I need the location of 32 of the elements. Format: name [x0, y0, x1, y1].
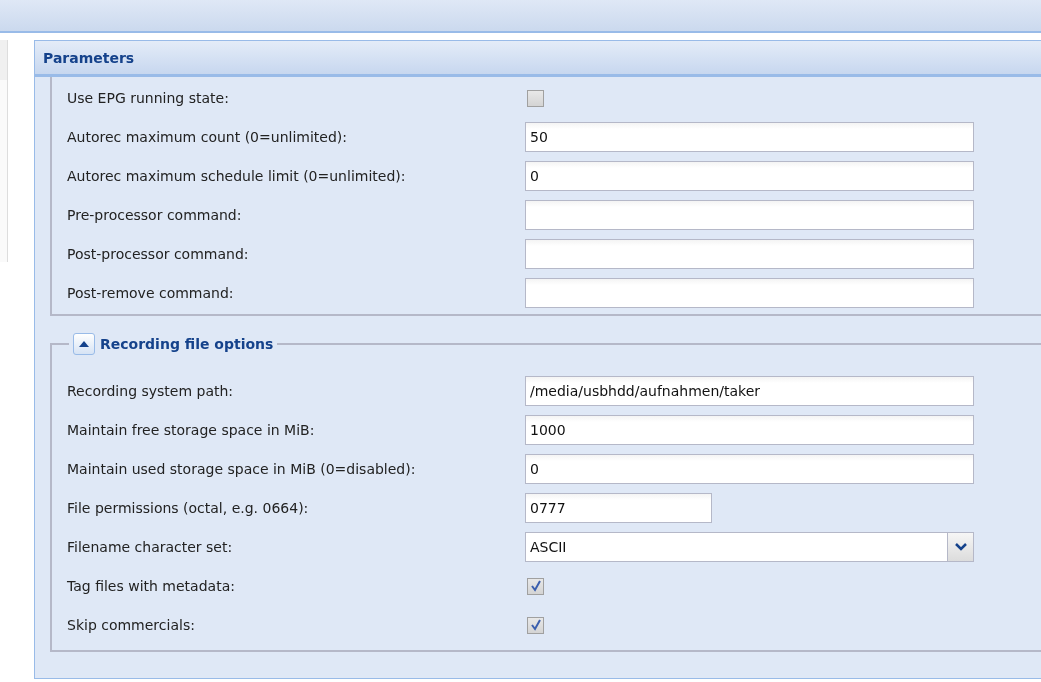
field-label: Use EPG running state:: [67, 90, 230, 106]
field-label: Maintain free storage space in MiB:: [67, 422, 316, 438]
field-label: Skip commercials:: [67, 617, 196, 633]
field-label: Autorec maximum count (0=unlimited):: [67, 129, 348, 145]
text-field[interactable]: [525, 239, 974, 269]
field-label: Recording system path:: [67, 383, 235, 399]
text-field[interactable]: [525, 200, 974, 230]
field-label: Maintain used storage space in MiB (0=disabled):: [67, 461, 417, 477]
field-label: Filename character set:: [67, 539, 234, 555]
field-label: Post-remove command:: [67, 285, 235, 301]
text-field[interactable]: 0: [525, 454, 974, 484]
text-field[interactable]: [525, 278, 974, 308]
chevron-down-icon: [954, 543, 967, 551]
collapse-toggle[interactable]: [73, 333, 95, 355]
triangle-up-icon: [79, 341, 89, 347]
checkbox[interactable]: [527, 616, 544, 634]
text-field[interactable]: 50: [525, 122, 974, 152]
text-field[interactable]: 1000: [525, 415, 974, 445]
text-field[interactable]: 0777: [525, 493, 712, 523]
section-title: Recording file options: [100, 336, 274, 352]
panel-title: Parameters: [35, 41, 1041, 77]
dropdown-field[interactable]: ASCII: [525, 532, 974, 562]
field-label: Pre-processor command:: [67, 207, 243, 223]
text-field[interactable]: /media/usbhdd/aufnahmen/taker: [525, 376, 974, 406]
checkbox[interactable]: [527, 89, 544, 107]
dropdown-button[interactable]: [947, 533, 973, 561]
field-label: Tag files with metadata:: [67, 578, 236, 594]
field-label: File permissions (octal, e.g. 0664):: [67, 500, 310, 516]
field-label: Autorec maximum schedule limit (0=unlimited):: [67, 168, 407, 184]
checkbox[interactable]: [527, 577, 544, 595]
field-label: Post-processor command:: [67, 246, 250, 262]
text-field[interactable]: 0: [525, 161, 974, 191]
